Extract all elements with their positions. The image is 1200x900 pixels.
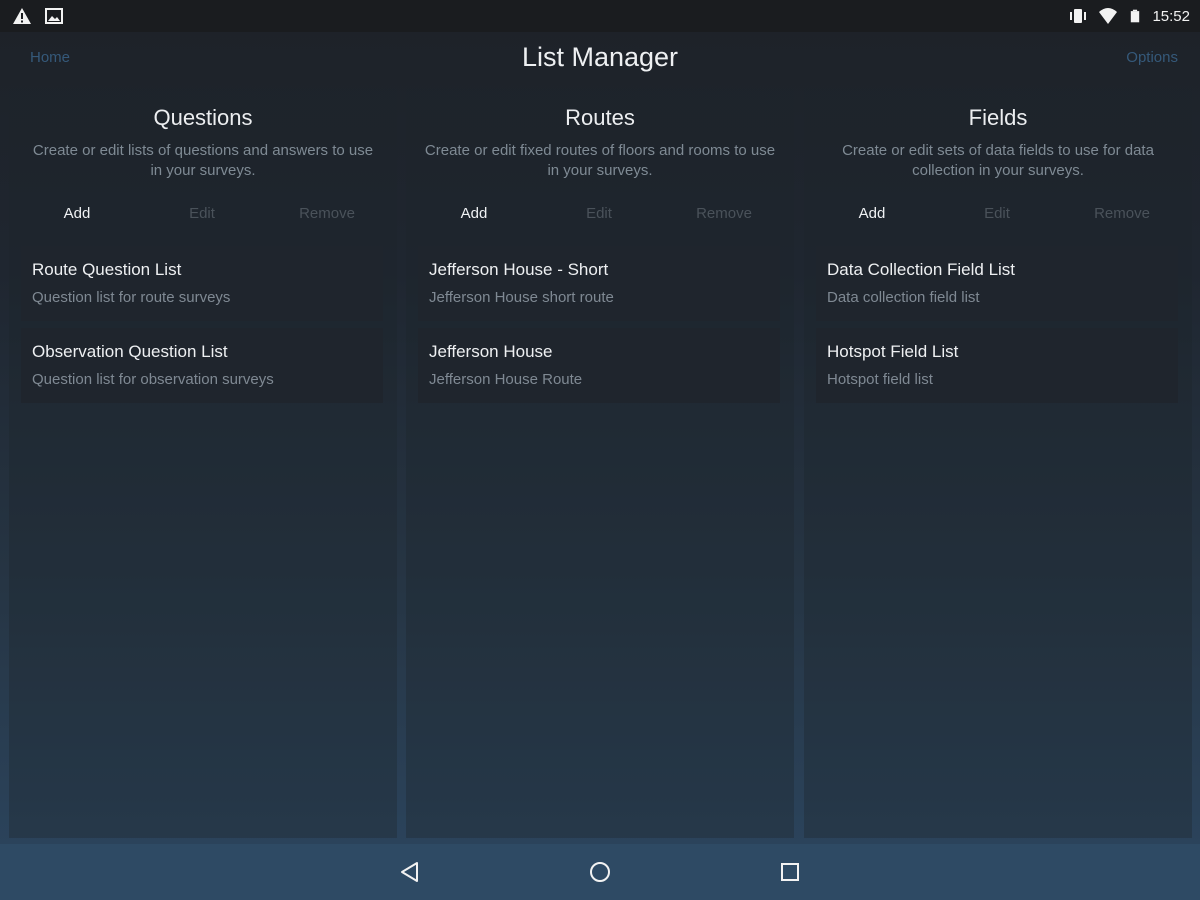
item-title: Jefferson House - Short	[429, 260, 609, 279]
battery-icon	[1131, 9, 1140, 23]
item-subtitle: Data collection field list	[827, 289, 980, 306]
header: Home List Manager Options	[0, 32, 1200, 88]
status-time: 15:52	[1152, 7, 1190, 25]
item-subtitle: Hotspot field list	[827, 371, 933, 388]
add-button[interactable]: Add	[812, 205, 932, 222]
panel-description: Create or edit fixed routes of floors an…	[424, 142, 776, 179]
list-item[interactable]: Jefferson House Jefferson House Route	[418, 328, 780, 403]
list-item[interactable]: Observation Question List Question list …	[21, 328, 383, 403]
back-icon[interactable]	[398, 860, 422, 884]
route-list: Jefferson House - Short Jefferson House …	[418, 246, 780, 410]
list-item[interactable]: Jefferson House - Short Jefferson House …	[418, 246, 780, 321]
remove-button[interactable]: Remove	[664, 205, 784, 222]
add-button[interactable]: Add	[17, 205, 137, 222]
recents-icon[interactable]	[778, 860, 802, 884]
options-link[interactable]: Options	[1126, 49, 1178, 66]
navigation-bar	[0, 844, 1200, 900]
panel-actions: Add Edit Remove	[804, 205, 1192, 227]
item-title: Data Collection Field List	[827, 260, 1016, 279]
image-icon	[45, 8, 63, 24]
add-button[interactable]: Add	[414, 205, 534, 222]
panel-description: Create or edit sets of data fields to us…	[842, 142, 1154, 179]
item-subtitle: Question list for route surveys	[32, 289, 231, 306]
home-icon[interactable]	[588, 860, 612, 884]
questions-panel: Questions Create or edit lists of questi…	[9, 88, 397, 838]
panel-description: Create or edit lists of questions and an…	[32, 142, 374, 179]
status-bar: 15:52	[0, 0, 1200, 32]
item-subtitle: Question list for observation surveys	[32, 371, 274, 388]
item-title: Observation Question List	[32, 342, 228, 361]
edit-button[interactable]: Edit	[937, 205, 1057, 222]
panel-title: Questions	[153, 105, 253, 130]
question-list: Route Question List Question list for ro…	[21, 246, 383, 410]
edit-button[interactable]: Edit	[539, 205, 659, 222]
remove-button[interactable]: Remove	[1062, 205, 1182, 222]
vibrate-icon	[1070, 9, 1087, 23]
panel-title: Fields	[968, 105, 1028, 130]
panel-actions: Add Edit Remove	[406, 205, 794, 227]
routes-panel: Routes Create or edit fixed routes of fl…	[406, 88, 794, 838]
item-title: Hotspot Field List	[827, 342, 959, 361]
edit-button[interactable]: Edit	[142, 205, 262, 222]
warning-icon	[13, 8, 31, 24]
item-subtitle: Jefferson House Route	[429, 371, 583, 388]
list-item[interactable]: Hotspot Field List Hotspot field list	[816, 328, 1178, 403]
panel-actions: Add Edit Remove	[9, 205, 397, 227]
field-list: Data Collection Field List Data collecti…	[816, 246, 1178, 410]
wifi-icon	[1099, 8, 1118, 24]
panel-title: Routes	[565, 105, 635, 130]
remove-button[interactable]: Remove	[267, 205, 387, 222]
page-title: List Manager	[521, 42, 679, 72]
item-title: Jefferson House	[429, 342, 553, 361]
fields-panel: Fields Create or edit sets of data field…	[804, 88, 1192, 838]
item-title: Route Question List	[32, 260, 182, 279]
list-item[interactable]: Route Question List Question list for ro…	[21, 246, 383, 321]
list-item[interactable]: Data Collection Field List Data collecti…	[816, 246, 1178, 321]
item-subtitle: Jefferson House short route	[429, 289, 614, 306]
